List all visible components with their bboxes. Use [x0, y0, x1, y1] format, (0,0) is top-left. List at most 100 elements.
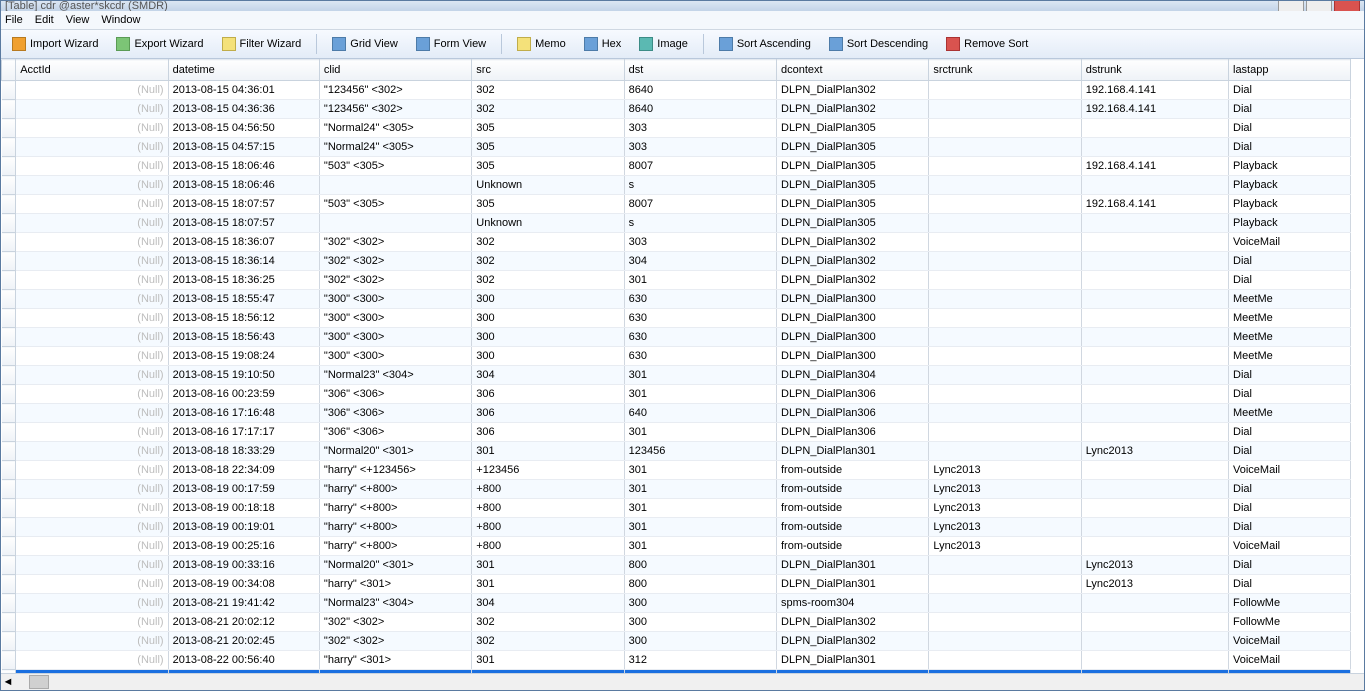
cell-dst[interactable]: s: [624, 176, 776, 195]
cell-srctrunk[interactable]: [929, 252, 1081, 271]
cell-dstrunk[interactable]: [1081, 347, 1228, 366]
cell-dstrunk[interactable]: [1081, 480, 1228, 499]
cell-dst[interactable]: 800: [624, 556, 776, 575]
menu-file[interactable]: File: [5, 14, 23, 26]
cell-src[interactable]: 302: [472, 632, 624, 651]
cell-datetime[interactable]: 2013-08-21 20:02:12: [168, 613, 319, 632]
cell-src[interactable]: 304: [472, 594, 624, 613]
cell-lastapp[interactable]: VoiceMail: [1229, 651, 1351, 670]
cell-srctrunk[interactable]: Lync2013: [929, 480, 1081, 499]
cell-dst[interactable]: 301: [624, 461, 776, 480]
cell-datetime[interactable]: 2013-08-21 20:02:45: [168, 632, 319, 651]
row-header[interactable]: [2, 81, 16, 100]
cell-datetime[interactable]: 2013-08-15 04:36:36: [168, 100, 319, 119]
cell-lastapp[interactable]: VoiceMail: [1229, 537, 1351, 556]
scroll-thumb[interactable]: [29, 675, 49, 689]
table-row[interactable]: (Null)2013-08-16 17:16:48"306" <306>3066…: [2, 404, 1351, 423]
cell-acctid[interactable]: (Null): [16, 290, 168, 309]
row-header[interactable]: [2, 480, 16, 499]
cell-dst[interactable]: 312: [624, 651, 776, 670]
cell-dst[interactable]: 123456: [624, 442, 776, 461]
cell-datetime[interactable]: 2013-08-15 19:10:50: [168, 366, 319, 385]
cell-acctid[interactable]: (Null): [16, 157, 168, 176]
cell-src[interactable]: 305: [472, 138, 624, 157]
table-row[interactable]: (Null)2013-08-19 00:33:16"Normal20" <301…: [2, 556, 1351, 575]
export-wizard-button[interactable]: Export Wizard: [109, 34, 210, 54]
cell-dcontext[interactable]: DLPN_DialPlan302: [777, 252, 929, 271]
cell-srctrunk[interactable]: [929, 423, 1081, 442]
cell-clid[interactable]: "300" <300>: [319, 347, 471, 366]
cell-dstrunk[interactable]: 192.168.4.141: [1081, 100, 1228, 119]
cell-lastapp[interactable]: Dial: [1229, 385, 1351, 404]
col-dcontext[interactable]: dcontext: [777, 60, 929, 81]
cell-dst[interactable]: 301: [624, 480, 776, 499]
cell-srctrunk[interactable]: [929, 81, 1081, 100]
cell-acctid[interactable]: (Null): [16, 575, 168, 594]
cell-src[interactable]: 302: [472, 100, 624, 119]
row-header[interactable]: [2, 632, 16, 651]
cell-lastapp[interactable]: FollowMe: [1229, 594, 1351, 613]
row-header[interactable]: [2, 518, 16, 537]
col-dst[interactable]: dst: [624, 60, 776, 81]
cell-datetime[interactable]: 2013-08-15 04:57:15: [168, 138, 319, 157]
cell-dcontext[interactable]: DLPN_DialPlan302: [777, 632, 929, 651]
cell-clid[interactable]: "306" <306>: [319, 423, 471, 442]
cell-srctrunk[interactable]: [929, 328, 1081, 347]
cell-datetime[interactable]: 2013-08-15 18:56:43: [168, 328, 319, 347]
cell-dstrunk[interactable]: Lync2013: [1081, 575, 1228, 594]
cell-lastapp[interactable]: MeetMe: [1229, 309, 1351, 328]
cell-lastapp[interactable]: FollowMe: [1229, 613, 1351, 632]
cell-datetime[interactable]: 2013-08-18 18:33:29: [168, 442, 319, 461]
menu-edit[interactable]: Edit: [35, 14, 54, 26]
table-row[interactable]: (Null)2013-08-18 18:33:29"Normal20" <301…: [2, 442, 1351, 461]
scroll-left-arrow[interactable]: ◄: [1, 675, 15, 689]
table-row[interactable]: (Null)2013-08-15 18:06:46"503" <305>3058…: [2, 157, 1351, 176]
cell-clid[interactable]: "300" <300>: [319, 309, 471, 328]
cell-clid[interactable]: "harry" <301>: [319, 575, 471, 594]
cell-dcontext[interactable]: DLPN_DialPlan301: [777, 575, 929, 594]
menu-view[interactable]: View: [66, 14, 90, 26]
cell-src[interactable]: 301: [472, 442, 624, 461]
cell-dstrunk[interactable]: [1081, 594, 1228, 613]
col-dstrunk[interactable]: dstrunk: [1081, 60, 1228, 81]
cell-clid[interactable]: "300" <300>: [319, 290, 471, 309]
cell-src[interactable]: 302: [472, 271, 624, 290]
cell-dst[interactable]: 301: [624, 499, 776, 518]
menu-window[interactable]: Window: [101, 14, 140, 26]
table-row[interactable]: (Null)2013-08-19 00:25:16"harry" <+800>+…: [2, 537, 1351, 556]
cell-lastapp[interactable]: MeetMe: [1229, 670, 1351, 674]
cell-src[interactable]: 302: [472, 613, 624, 632]
cell-srctrunk[interactable]: Lync2013: [929, 461, 1081, 480]
row-header[interactable]: [2, 404, 16, 423]
cell-dstrunk[interactable]: [1081, 119, 1228, 138]
cell-dst[interactable]: 301: [624, 518, 776, 537]
cell-acctid[interactable]: (Null): [16, 214, 168, 233]
cell-acctid[interactable]: (Null): [16, 195, 168, 214]
cell-srctrunk[interactable]: Lync2013: [929, 518, 1081, 537]
cell-srctrunk[interactable]: Lync2013: [929, 499, 1081, 518]
cell-lastapp[interactable]: MeetMe: [1229, 347, 1351, 366]
cell-clid[interactable]: "302" <302>: [319, 252, 471, 271]
cell-acctid[interactable]: (Null): [16, 100, 168, 119]
table-row[interactable]: (Null)2013-08-16 00:23:59"306" <306>3063…: [2, 385, 1351, 404]
cell-acctid[interactable]: (Null): [16, 404, 168, 423]
cell-acctid[interactable]: (Null): [16, 309, 168, 328]
table-row[interactable]: (Null)2013-08-22 00:56:40"harry" <301>30…: [2, 651, 1351, 670]
cell-src[interactable]: +800: [472, 499, 624, 518]
row-header[interactable]: [2, 328, 16, 347]
cell-acctid[interactable]: (Null): [16, 461, 168, 480]
cell-dcontext[interactable]: DLPN_DialPlan305: [777, 195, 929, 214]
cell-acctid[interactable]: (Null): [16, 138, 168, 157]
table-row[interactable]: (Null)2013-08-19 00:18:18"harry" <+800>+…: [2, 499, 1351, 518]
cell-clid[interactable]: "Normal20" <301>: [319, 556, 471, 575]
cell-datetime[interactable]: 2013-08-19 00:34:08: [168, 575, 319, 594]
cell-clid[interactable]: "harry" <+800>: [319, 480, 471, 499]
cell-dstrunk[interactable]: 192.168.4.141: [1081, 157, 1228, 176]
cell-lastapp[interactable]: Playback: [1229, 214, 1351, 233]
cell-src[interactable]: 300: [472, 309, 624, 328]
cell-dst[interactable]: 303: [624, 138, 776, 157]
cell-clid[interactable]: "302" <302>: [319, 632, 471, 651]
table-row[interactable]: (Null)2013-08-15 18:56:43"300" <300>3006…: [2, 328, 1351, 347]
cell-src[interactable]: 302: [472, 81, 624, 100]
cell-src[interactable]: 300: [472, 290, 624, 309]
